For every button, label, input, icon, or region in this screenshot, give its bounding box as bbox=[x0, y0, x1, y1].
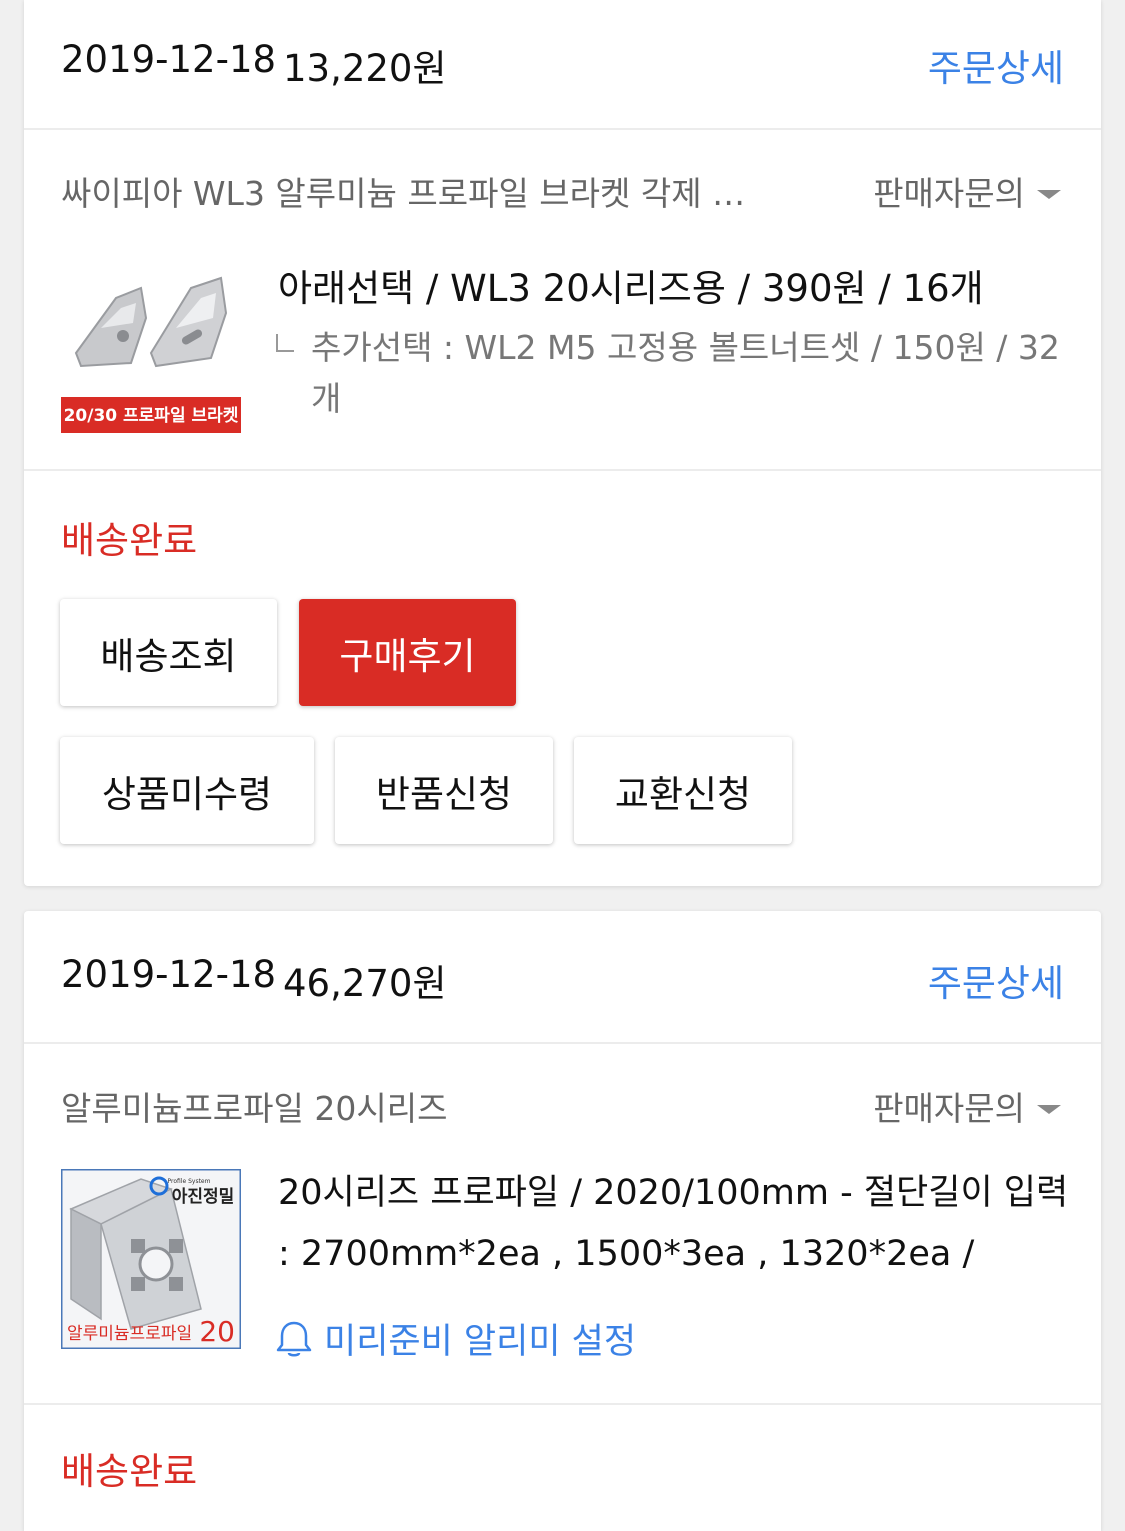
thumb-number: 20 bbox=[199, 1315, 235, 1348]
track-delivery-button[interactable]: 배송조회 bbox=[60, 599, 277, 706]
thumb-label: 20/30 프로파일 브라켓 bbox=[64, 406, 239, 426]
order-detail-link[interactable]: 주문상세 bbox=[928, 38, 1064, 92]
order-detail-link[interactable]: 주문상세 bbox=[928, 953, 1064, 1007]
bracket-image: 20/30 프로파일 브라켓 bbox=[61, 258, 241, 438]
order-header: 2019-12-18 46,270원 주문상세 bbox=[24, 911, 1101, 1044]
option-sub-text: 추가선택 : WL2 M5 고정용 볼트너트셋 / 150원 / 32개 bbox=[311, 328, 1060, 418]
product-thumbnail[interactable]: Profile System 아진정밀 알루미늄프로파일 20 bbox=[59, 1167, 243, 1351]
divider bbox=[24, 1403, 1101, 1405]
order-card: 2019-12-18 13,220원 주문상세 싸이피아 WL3 알루미늄 프로… bbox=[24, 0, 1101, 886]
thumb-brand-sub: Profile System bbox=[168, 1178, 211, 1185]
delivery-status: 배송완료 bbox=[61, 1450, 198, 1493]
seller-inquiry-label: 판매자문의 bbox=[873, 1089, 1025, 1128]
thumb-label: 알루미늄프로파일 bbox=[67, 1324, 192, 1344]
option-sub: 추가선택 : WL2 M5 고정용 볼트너트셋 / 150원 / 32개 bbox=[276, 322, 1066, 424]
order-amount: 13,220원 bbox=[283, 47, 447, 90]
order-card: 2019-12-18 46,270원 주문상세 알루미늄프로파일 20시리즈 판… bbox=[24, 911, 1101, 1531]
order-header: 2019-12-18 13,220원 주문상세 bbox=[24, 0, 1101, 130]
option-main: 아래선택 / WL3 20시리즈용 / 390원 / 16개 bbox=[278, 267, 984, 310]
seller-inquiry-button[interactable]: 판매자문의 bbox=[873, 1082, 1061, 1130]
divider bbox=[24, 469, 1101, 471]
chevron-down-icon bbox=[1037, 1104, 1061, 1114]
product-name[interactable]: 싸이피아 WL3 알루미늄 프로파일 브라켓 각제 … bbox=[61, 167, 745, 215]
not-received-button[interactable]: 상품미수령 bbox=[60, 737, 314, 844]
alarm-setting-link[interactable]: 미리준비 알리미 설정 bbox=[276, 1313, 636, 1364]
seller-inquiry-button[interactable]: 판매자문의 bbox=[873, 167, 1061, 215]
chevron-down-icon bbox=[1037, 189, 1061, 199]
profile-image: Profile System 아진정밀 알루미늄프로파일 20 bbox=[59, 1167, 243, 1351]
product-thumbnail[interactable]: 20/30 프로파일 브라켓 bbox=[61, 258, 241, 438]
order-date: 2019-12-18 bbox=[61, 38, 277, 81]
product-name[interactable]: 알루미늄프로파일 20시리즈 bbox=[61, 1082, 447, 1130]
order-date: 2019-12-18 bbox=[61, 953, 277, 996]
delivery-status: 배송완료 bbox=[61, 519, 198, 562]
write-review-button[interactable]: 구매후기 bbox=[299, 599, 516, 706]
bell-icon bbox=[276, 1321, 312, 1356]
return-request-button[interactable]: 반품신청 bbox=[335, 737, 553, 844]
alarm-label: 미리준비 알리미 설정 bbox=[324, 1322, 637, 1362]
thumb-brand: 아진정밀 bbox=[172, 1186, 235, 1207]
exchange-request-button[interactable]: 교환신청 bbox=[574, 737, 792, 844]
order-amount: 46,270원 bbox=[283, 962, 447, 1005]
option-main: 20시리즈 프로파일 / 2020/100mm - 절단길이 입력 : 2700… bbox=[278, 1173, 1069, 1274]
seller-inquiry-label: 판매자문의 bbox=[873, 174, 1025, 213]
sub-option-icon bbox=[276, 334, 294, 352]
